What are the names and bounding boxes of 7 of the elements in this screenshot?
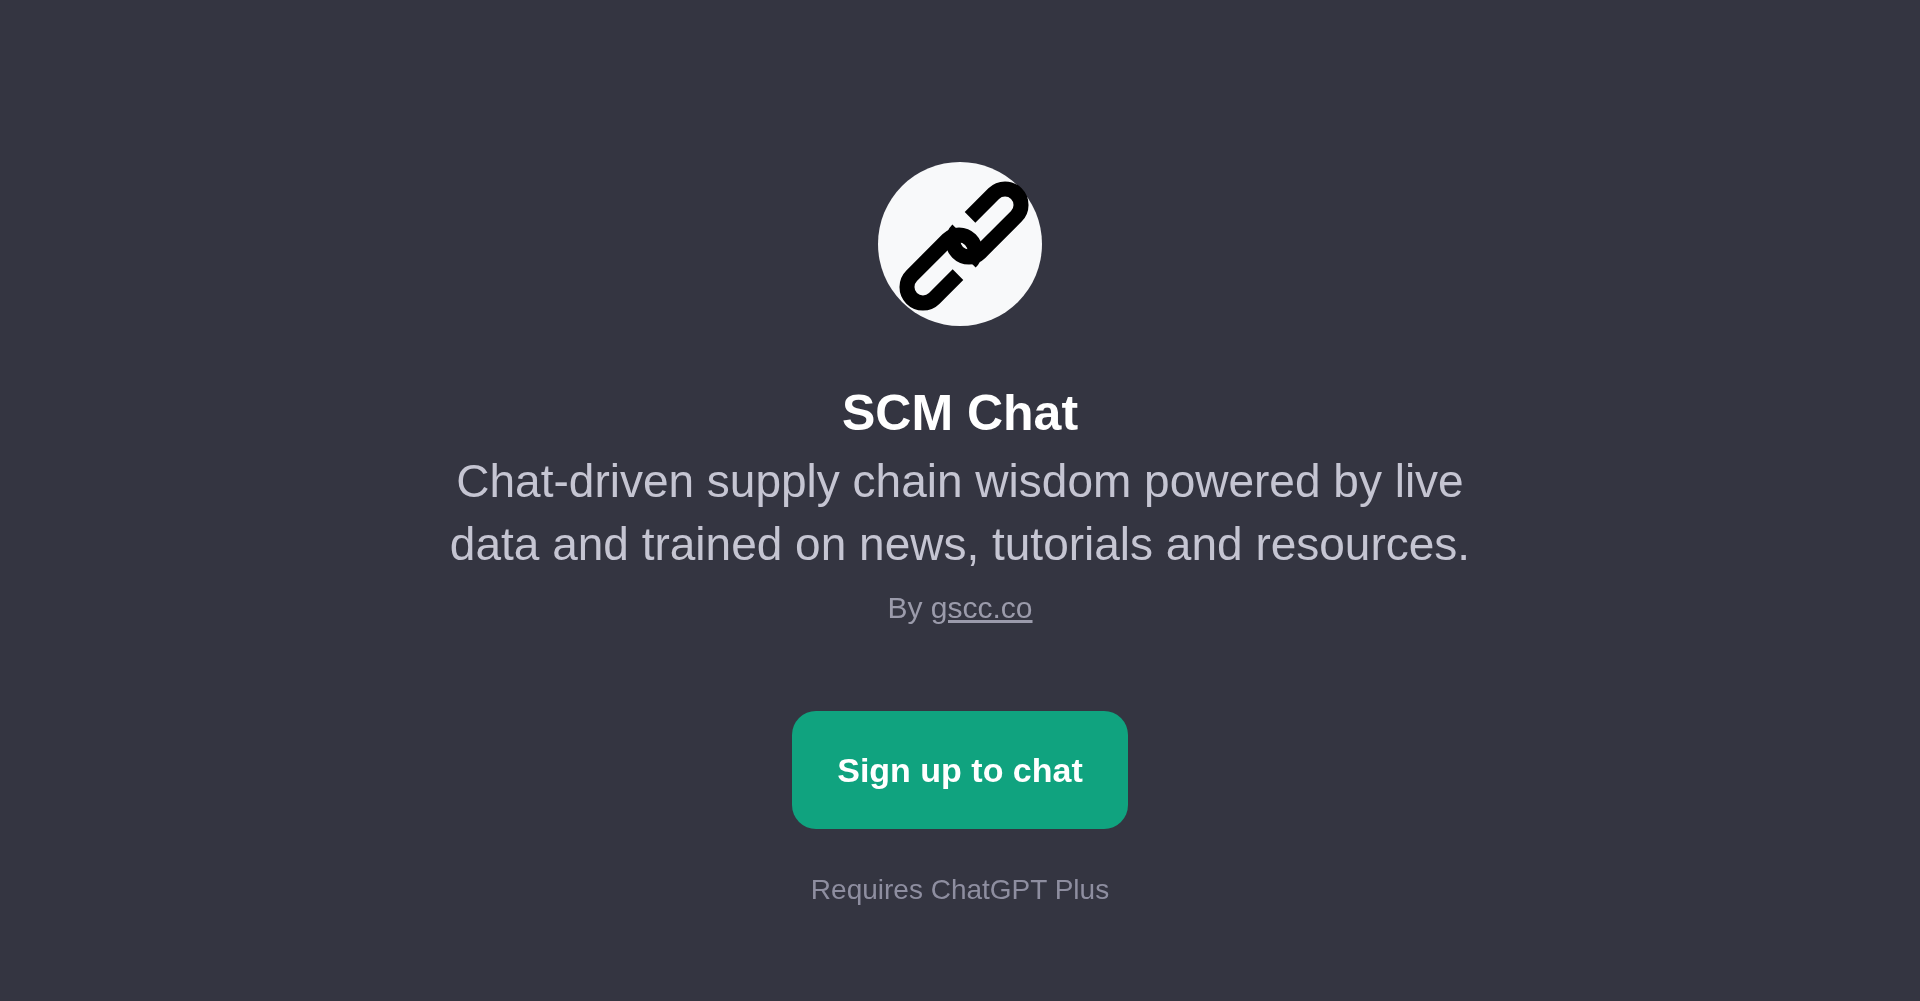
requirement-note: Requires ChatGPT Plus: [810, 873, 1110, 907]
sign-up-button[interactable]: Sign up to chat: [792, 711, 1128, 829]
author-link[interactable]: gscc.co: [930, 591, 1033, 624]
author-byline: By gscc.co: [887, 590, 1033, 626]
gpt-title: SCM Chat: [841, 384, 1079, 443]
chain-link-icon: [878, 162, 1042, 326]
gpt-description: Chat-driven supply chain wisdom powered by live data and trained on news, tutorials and resources.: [448, 454, 1472, 572]
